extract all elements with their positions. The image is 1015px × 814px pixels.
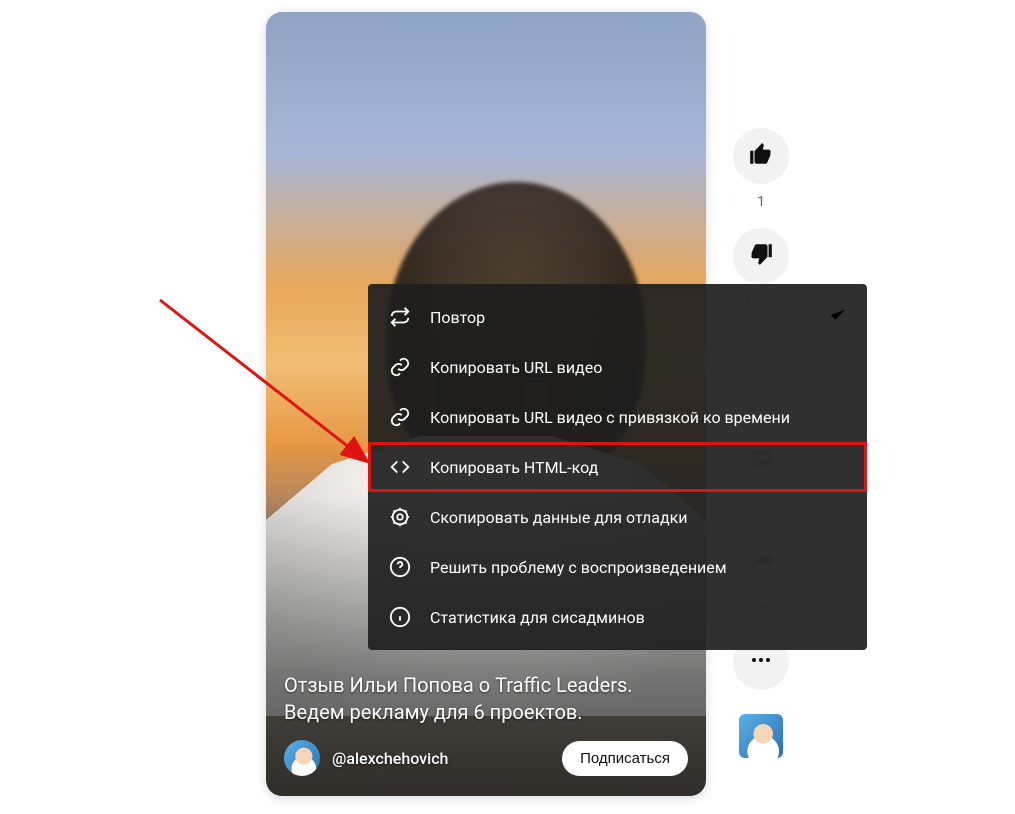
ctx-label: Копировать URL видео с привязкой ко врем… bbox=[430, 408, 790, 427]
ctx-item-copy-html[interactable]: Копировать HTML-код bbox=[368, 442, 867, 492]
video-context-menu: Повтор Копировать URL видео Копировать U… bbox=[368, 284, 867, 650]
more-horizontal-icon bbox=[749, 648, 773, 676]
ctx-label: Повтор bbox=[430, 308, 485, 327]
ctx-item-loop[interactable]: Повтор bbox=[368, 292, 867, 342]
info-icon bbox=[388, 605, 412, 629]
ctx-item-stats[interactable]: Статистика для сисадминов bbox=[368, 592, 867, 642]
bug-icon bbox=[388, 505, 412, 529]
like-count: 1 bbox=[757, 194, 765, 210]
related-thumbnail[interactable] bbox=[739, 714, 783, 758]
ctx-label: Скопировать данные для отладки bbox=[430, 508, 688, 527]
code-icon bbox=[388, 455, 412, 479]
help-icon bbox=[388, 555, 412, 579]
like-button[interactable] bbox=[733, 128, 789, 184]
thumbs-up-icon bbox=[748, 141, 774, 171]
video-title: Отзыв Ильи Попова о Traffic Leaders. Вед… bbox=[284, 672, 688, 726]
link-icon bbox=[388, 405, 412, 429]
ctx-item-copy-debug[interactable]: Скопировать данные для отладки bbox=[368, 492, 867, 542]
channel-avatar[interactable] bbox=[284, 740, 320, 776]
thumbs-down-icon bbox=[748, 241, 774, 271]
ctx-label: Решить проблему с воспроизведением bbox=[430, 558, 727, 577]
ctx-item-copy-url-time[interactable]: Копировать URL видео с привязкой ко врем… bbox=[368, 392, 867, 442]
link-icon bbox=[388, 355, 412, 379]
video-overlay: Отзыв Ильи Попова о Traffic Leaders. Вед… bbox=[266, 654, 706, 796]
annotation-arrow bbox=[150, 290, 390, 490]
subscribe-button[interactable]: Подписаться bbox=[562, 741, 688, 776]
channel-row: @alexchehovich Подписаться bbox=[284, 740, 688, 776]
ctx-item-copy-url[interactable]: Копировать URL видео bbox=[368, 342, 867, 392]
ctx-label: Статистика для сисадминов bbox=[430, 608, 645, 627]
channel-handle[interactable]: @alexchehovich bbox=[332, 749, 550, 768]
check-icon bbox=[827, 304, 849, 330]
ctx-label: Копировать HTML-код bbox=[430, 458, 598, 477]
ctx-item-troubleshoot[interactable]: Решить проблему с воспроизведением bbox=[368, 542, 867, 592]
ctx-label: Копировать URL видео bbox=[430, 358, 602, 377]
dislike-button[interactable] bbox=[733, 228, 789, 284]
repeat-icon bbox=[388, 305, 412, 329]
